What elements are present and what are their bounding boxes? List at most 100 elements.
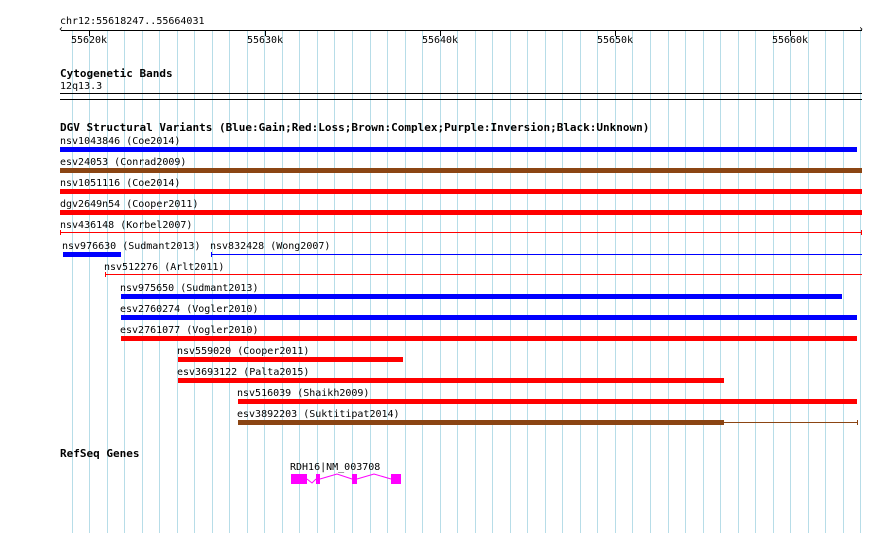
ruler-tick-label: 55640k: [421, 35, 459, 46]
variant-label[interactable]: nsv832428 (Wong2007): [210, 241, 330, 252]
variant-label[interactable]: dgv2649n54 (Cooper2011): [60, 199, 198, 210]
variant-bar[interactable]: [121, 315, 857, 320]
ruler-tick-label: 55650k: [596, 35, 634, 46]
grid-line: [159, 30, 160, 533]
variant-label[interactable]: nsv1043846 (Coe2014): [60, 136, 180, 147]
ruler-line: [61, 30, 862, 31]
grid-line: [317, 30, 318, 533]
ruler-right-arrow-icon[interactable]: ›: [858, 25, 864, 35]
grid-line: [212, 30, 213, 533]
variant-bar[interactable]: [60, 147, 857, 152]
variant-label[interactable]: nsv1051116 (Coe2014): [60, 178, 180, 189]
grid-line: [405, 30, 406, 533]
variant-bar[interactable]: [60, 168, 862, 173]
variant-bar[interactable]: [60, 189, 862, 194]
variant-end-cap: [60, 230, 61, 235]
gene-intron: [356, 473, 392, 480]
variant-label[interactable]: nsv516039 (Shaikh2009): [237, 388, 369, 399]
ruler-tick-label: 55620k: [70, 35, 108, 46]
grid-line: [720, 30, 721, 533]
grid-line: [650, 30, 651, 533]
grid-line: [177, 30, 178, 533]
grid-line: [685, 30, 686, 533]
refseq-track-title: RefSeq Genes: [60, 447, 140, 460]
grid-line: [194, 30, 195, 533]
ruler-tick-label: 55660k: [771, 35, 809, 46]
grid-line: [492, 30, 493, 533]
ruler-left-arrow-icon[interactable]: ‹: [58, 25, 64, 35]
variant-bar[interactable]: [63, 252, 121, 257]
grid-line: [527, 30, 528, 533]
variant-label[interactable]: esv24053 (Conrad2009): [60, 157, 186, 168]
grid-line: [387, 30, 388, 533]
grid-line: [545, 30, 546, 533]
variant-line[interactable]: [211, 254, 862, 255]
grid-line: [597, 30, 598, 533]
grid-line: [457, 30, 458, 533]
variant-label[interactable]: nsv512276 (Arlt2011): [104, 262, 224, 273]
grid-line: [755, 30, 756, 533]
gene-intron: [306, 478, 317, 484]
grid-line: [808, 30, 809, 533]
gene-exon: [291, 474, 307, 484]
grid-line: [703, 30, 704, 533]
variant-label[interactable]: esv3892203 (Suktitipat2014): [237, 409, 400, 420]
gene-exon: [352, 474, 357, 484]
cytoband-line: [60, 93, 862, 94]
grid-line: [440, 30, 441, 533]
variant-label[interactable]: esv3693122 (Palta2015): [177, 367, 309, 378]
variant-bar[interactable]: [121, 294, 842, 299]
grid-line: [510, 30, 511, 533]
variant-label[interactable]: esv2760274 (Vogler2010): [120, 304, 258, 315]
cytoband-track-title: Cytogenetic Bands: [60, 67, 173, 80]
variant-bar[interactable]: [178, 378, 724, 383]
gene-model[interactable]: [285, 470, 410, 490]
grid-line: [790, 30, 791, 533]
grid-line: [247, 30, 248, 533]
variant-bar[interactable]: [121, 336, 857, 341]
variant-line[interactable]: [60, 232, 862, 233]
variant-end-cap: [861, 230, 862, 235]
grid-line: [773, 30, 774, 533]
variant-end-cap: [105, 272, 106, 277]
variant-label[interactable]: nsv436148 (Korbel2007): [60, 220, 192, 231]
grid-line: [142, 30, 143, 533]
variant-line[interactable]: [724, 422, 858, 423]
variant-label[interactable]: nsv975650 (Sudmant2013): [120, 283, 258, 294]
cytoband-line: [60, 99, 862, 100]
variant-bar[interactable]: [178, 357, 403, 362]
variant-end-cap: [857, 420, 858, 425]
variant-end-cap: [211, 252, 212, 257]
gene-intron: [319, 473, 353, 480]
grid-line: [282, 30, 283, 533]
grid-line: [264, 30, 265, 533]
grid-line: [738, 30, 739, 533]
grid-line: [422, 30, 423, 533]
genome-browser: chr12:55618247..55664031 ‹ › 55620k 5563…: [0, 0, 890, 533]
grid-line: [299, 30, 300, 533]
cytoband-label: 12q13.3: [60, 81, 103, 92]
grid-line: [352, 30, 353, 533]
grid-line: [475, 30, 476, 533]
grid-line: [229, 30, 230, 533]
grid-line: [562, 30, 563, 533]
grid-line: [825, 30, 826, 533]
variant-bar[interactable]: [238, 420, 724, 425]
grid-line: [860, 30, 861, 533]
ruler-tick-label: 55630k: [246, 35, 284, 46]
grid-line: [334, 30, 335, 533]
grid-line: [580, 30, 581, 533]
variant-bar[interactable]: [238, 399, 857, 404]
variant-line[interactable]: [105, 274, 862, 275]
variant-label[interactable]: esv2761077 (Vogler2010): [120, 325, 258, 336]
variant-bar[interactable]: [60, 210, 862, 215]
grid-line: [615, 30, 616, 533]
variant-label[interactable]: nsv559020 (Cooper2011): [177, 346, 309, 357]
grid-line: [370, 30, 371, 533]
grid-line: [843, 30, 844, 533]
gene-exon: [391, 474, 401, 484]
dgv-track-title: DGV Structural Variants (Blue:Gain;Red:L…: [60, 121, 650, 134]
variant-label[interactable]: nsv976630 (Sudmant2013): [62, 241, 200, 252]
region-label: chr12:55618247..55664031: [60, 16, 205, 27]
grid-line: [632, 30, 633, 533]
